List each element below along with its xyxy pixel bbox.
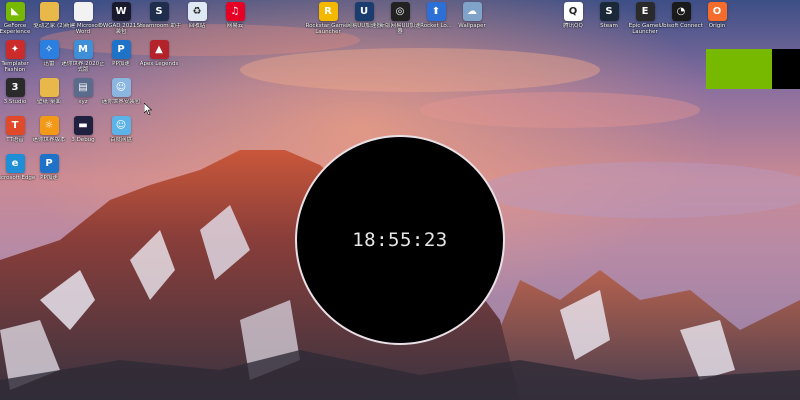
- document-icon: [73, 2, 93, 21]
- ubisoft-icon: ◔: [671, 2, 691, 21]
- game-icon: ☺: [111, 78, 131, 97]
- steam-icon: S: [599, 2, 619, 21]
- desktop-icon-label: Wallpaper: [458, 23, 486, 29]
- desktop-icon-label: 网易云: [226, 23, 244, 29]
- netease-music-icon: ♫: [225, 2, 245, 21]
- app-icon: ▬: [73, 116, 93, 135]
- desktop-icon[interactable]: ♫ 网易云: [212, 2, 258, 29]
- qq-icon: Q: [563, 2, 583, 21]
- app-icon: ☼: [39, 116, 59, 135]
- uu-accelerator-icon: ◎: [390, 2, 410, 21]
- uu-accelerator-icon: U: [354, 2, 374, 21]
- desktop-icon[interactable]: ☁ Wallpaper: [449, 2, 495, 29]
- wallpaper-engine-icon: ☁: [462, 2, 482, 21]
- desktop-icon[interactable]: ▲ Apex Legends: [136, 40, 182, 67]
- desktop-icon-label: 百度网盘: [109, 137, 132, 143]
- desktop-icon[interactable]: P PP加速: [26, 154, 72, 181]
- game-icon: M: [73, 40, 93, 59]
- epic-games-icon: E: [635, 2, 655, 21]
- rocket-icon: ⬆: [426, 2, 446, 21]
- file-icon: ▤: [73, 78, 93, 97]
- desktop-icon-label: PP加速: [40, 175, 58, 181]
- xunlei-icon: ✧: [39, 40, 59, 59]
- clock-widget: 18:55:23: [295, 135, 505, 345]
- app-icon: W: [111, 2, 131, 21]
- desktop-icon[interactable]: O Origin: [694, 2, 740, 29]
- desktop-icon[interactable]: ☺ 迷你世界安装包: [98, 78, 144, 105]
- nvidia-icon: ◣: [5, 2, 25, 21]
- clock-time: 18:55:23: [352, 229, 448, 251]
- nvidia-widget-panel[interactable]: [706, 49, 772, 89]
- edge-icon: e: [5, 154, 25, 173]
- recycle-bin-icon: ♻: [187, 2, 207, 21]
- desktop-icon-label: Origin: [708, 23, 726, 29]
- app-icon: ☺: [111, 116, 131, 135]
- app-icon: ✦: [5, 40, 25, 59]
- apex-icon: ▲: [149, 40, 169, 59]
- rockstar-icon: R: [318, 2, 338, 21]
- accelerator-icon: P: [39, 154, 59, 173]
- desktop-icon-label: 迷你世界安装包: [101, 99, 141, 105]
- app-icon: S: [149, 2, 169, 21]
- accelerator-icon: P: [111, 40, 131, 59]
- desktop-icon-label: Apex Legends: [139, 61, 179, 67]
- desktop-icon[interactable]: ☺ 百度网盘: [98, 116, 144, 143]
- widget-dark-panel: [772, 49, 800, 89]
- folder-icon: [39, 78, 59, 97]
- origin-icon: O: [707, 2, 727, 21]
- app-icon: T: [5, 116, 25, 135]
- folder-icon: [39, 2, 59, 21]
- mouse-cursor-icon: [144, 103, 152, 115]
- app-icon: 3: [5, 78, 25, 97]
